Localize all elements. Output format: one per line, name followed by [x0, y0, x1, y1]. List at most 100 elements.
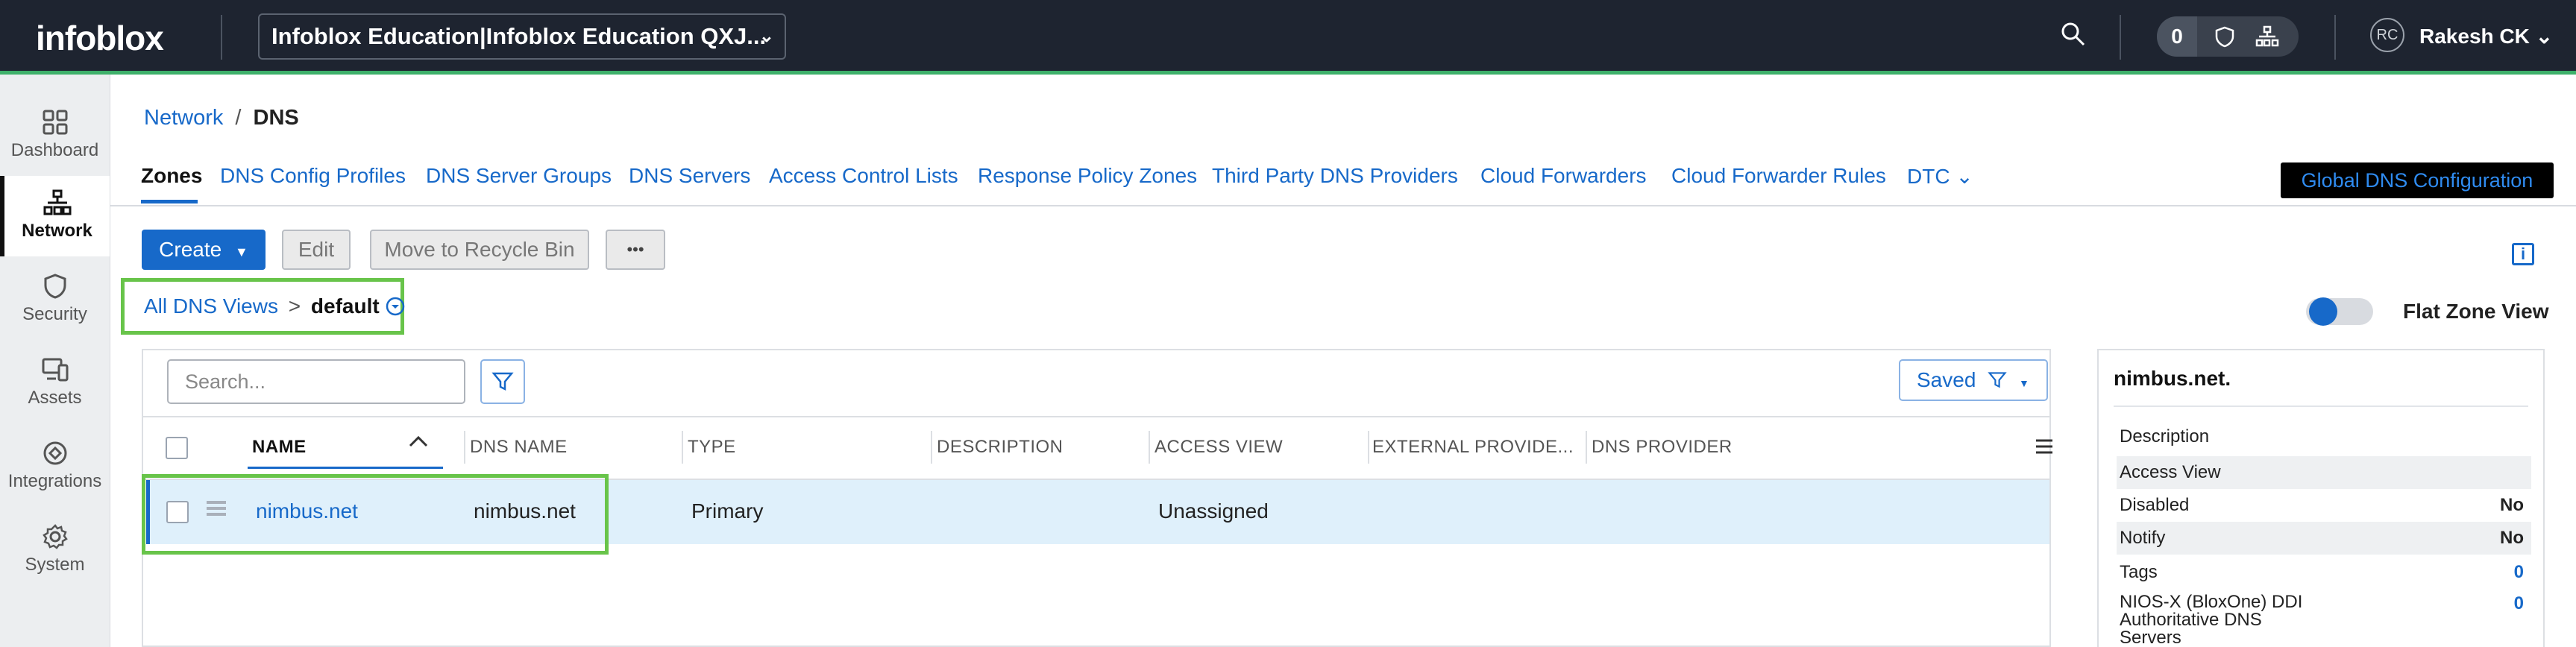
avatar[interactable]: RC — [2370, 18, 2404, 52]
sidebar-item-dashboard[interactable]: Dashboard — [0, 95, 110, 176]
tab-cloud-forwarders[interactable]: Cloud Forwarders — [1480, 164, 1647, 188]
zone-access-view: Unassigned — [1158, 499, 1269, 523]
chevron-down-icon: ⌄ — [758, 26, 774, 46]
sidebar-item-label: System — [25, 555, 85, 575]
caret-down-icon: ▼ — [235, 244, 248, 259]
flat-zone-view-label: Flat Zone View — [2403, 300, 2549, 323]
sidebar-item-system[interactable]: System — [0, 510, 110, 590]
chevron-down-icon: ⌄ — [2535, 25, 2554, 48]
detail-row-access-view: Access View — [2117, 456, 2531, 489]
infoblox-logo[interactable]: infoblox — [36, 18, 164, 58]
detail-value-tags[interactable]: 0 — [2514, 562, 2524, 583]
network-icon — [2255, 25, 2279, 47]
column-divider — [1368, 431, 1369, 464]
tab-dtc[interactable]: DTC ⌄ — [1907, 164, 1973, 189]
tab-third-party-dns-providers[interactable]: Third Party DNS Providers — [1212, 164, 1458, 188]
divider — [221, 15, 222, 60]
dns-views-breadcrumb: All DNS Views > default — [121, 278, 406, 335]
search-input[interactable]: Search... — [167, 359, 465, 404]
saved-filters-button[interactable]: Saved ▼ — [1899, 359, 2048, 401]
tab-response-policy-zones[interactable]: Response Policy Zones — [978, 164, 1197, 188]
detail-row-description: Description — [2117, 420, 2531, 453]
sidebar-item-label: Network — [22, 221, 92, 241]
filter-button[interactable] — [480, 359, 525, 404]
chevron-circle-down-icon[interactable] — [385, 296, 406, 317]
integrations-icon — [43, 441, 66, 465]
network-icon — [43, 189, 71, 215]
toggle-knob — [2309, 297, 2337, 326]
detail-key: Disabled — [2120, 495, 2190, 515]
column-divider — [464, 431, 465, 464]
select-all-checkbox[interactable] — [166, 437, 188, 459]
breadcrumb-network-link[interactable]: Network — [144, 106, 223, 130]
column-header-description[interactable]: DESCRIPTION — [937, 437, 1064, 458]
org-selector-label: Infoblox Education|Infoblox Education QX… — [271, 23, 767, 49]
column-header-name[interactable]: NAME — [252, 437, 307, 458]
detail-row-tags: Tags 0 — [2117, 556, 2531, 589]
sidebar-item-label: Dashboard — [10, 140, 99, 160]
tab-dns-server-groups[interactable]: DNS Server Groups — [426, 164, 612, 188]
sidebar-item-integrations[interactable]: Integrations — [0, 426, 110, 507]
create-button[interactable]: Create ▼ — [142, 230, 266, 270]
user-name: Rakesh CK — [2419, 25, 2530, 48]
column-header-external-provider[interactable]: EXTERNAL PROVIDE... — [1372, 437, 1574, 458]
all-dns-views-link[interactable]: All DNS Views — [144, 294, 278, 318]
tab-access-control-lists[interactable]: Access Control Lists — [769, 164, 958, 188]
detail-key: Access View — [2120, 462, 2221, 482]
sidebar-item-assets[interactable]: Assets — [0, 343, 110, 423]
column-header-dns-provider[interactable]: DNS PROVIDER — [1592, 437, 1732, 458]
column-divider — [1586, 431, 1587, 464]
detail-row-notify: Notify No — [2117, 522, 2531, 555]
breadcrumb: Network / DNS — [144, 106, 299, 130]
divider — [2334, 15, 2336, 60]
info-icon[interactable]: i — [2512, 243, 2534, 265]
detail-divider — [2114, 405, 2528, 407]
active-tab-indicator — [141, 200, 198, 203]
detail-key: Tags — [2120, 562, 2158, 582]
org-selector[interactable]: Infoblox Education|Infoblox Education QX… — [258, 13, 786, 60]
sidebar-item-security[interactable]: Security — [0, 259, 110, 340]
move-to-recycle-bin-button[interactable]: Move to Recycle Bin — [370, 230, 589, 270]
shield-icon — [44, 274, 66, 299]
tab-divider — [110, 205, 2576, 206]
notification-pill[interactable]: 0 — [2157, 16, 2299, 57]
column-header-dns-name[interactable]: DNS NAME — [470, 437, 568, 458]
saved-filters-label: Saved — [1917, 368, 1976, 391]
column-header-access-view[interactable]: ACCESS VIEW — [1155, 437, 1283, 458]
tab-cloud-forwarder-rules[interactable]: Cloud Forwarder Rules — [1671, 164, 1886, 188]
detail-key: Description — [2120, 426, 2210, 446]
tab-dtc-label: DTC — [1907, 165, 1950, 188]
current-view: default — [310, 294, 380, 318]
table-header: NAME DNS NAME TYPE DESCRIPTION ACCESS VI… — [143, 416, 2052, 480]
caret-down-icon: ▼ — [2018, 377, 2029, 389]
column-divider — [931, 431, 932, 464]
sidebar: Dashboard Network Security Assets Integr… — [0, 75, 110, 647]
breadcrumb-current: DNS — [253, 106, 299, 130]
sort-ascending-icon[interactable] — [407, 434, 430, 449]
global-dns-configuration-button[interactable]: Global DNS Configuration — [2281, 162, 2554, 198]
notification-count: 0 — [2157, 16, 2197, 57]
views-separator: > — [288, 294, 301, 318]
gear-icon — [42, 524, 68, 549]
user-menu[interactable]: Rakesh CK ⌄ — [2419, 24, 2553, 48]
sidebar-item-label: Integrations — [7, 471, 102, 491]
column-header-type[interactable]: TYPE — [688, 437, 736, 458]
sidebar-item-label: Assets — [28, 388, 82, 408]
detail-key: NIOS-X (BloxOne) DDI Authoritative DNS S… — [2120, 592, 2303, 647]
column-menu-icon[interactable] — [2035, 437, 2054, 456]
detail-row-authoritative-servers: NIOS-X (BloxOne) DDI Authoritative DNS S… — [2117, 590, 2531, 647]
tab-dns-servers[interactable]: DNS Servers — [629, 164, 750, 188]
tab-zones[interactable]: Zones — [141, 164, 202, 188]
detail-title: nimbus.net. — [2114, 367, 2231, 390]
more-actions-button[interactable]: ••• — [606, 230, 665, 270]
grid-icon — [43, 110, 67, 135]
detail-value: No — [2500, 495, 2524, 515]
sidebar-item-network[interactable]: Network — [0, 176, 110, 256]
shield-icon — [2215, 26, 2234, 48]
edit-button[interactable]: Edit — [282, 230, 351, 270]
zone-type: Primary — [691, 499, 764, 523]
tab-dns-config-profiles[interactable]: DNS Config Profiles — [220, 164, 406, 188]
detail-value-servers[interactable]: 0 — [2514, 593, 2524, 614]
search-icon[interactable] — [2058, 19, 2088, 49]
flat-zone-view-toggle[interactable] — [2306, 297, 2373, 326]
